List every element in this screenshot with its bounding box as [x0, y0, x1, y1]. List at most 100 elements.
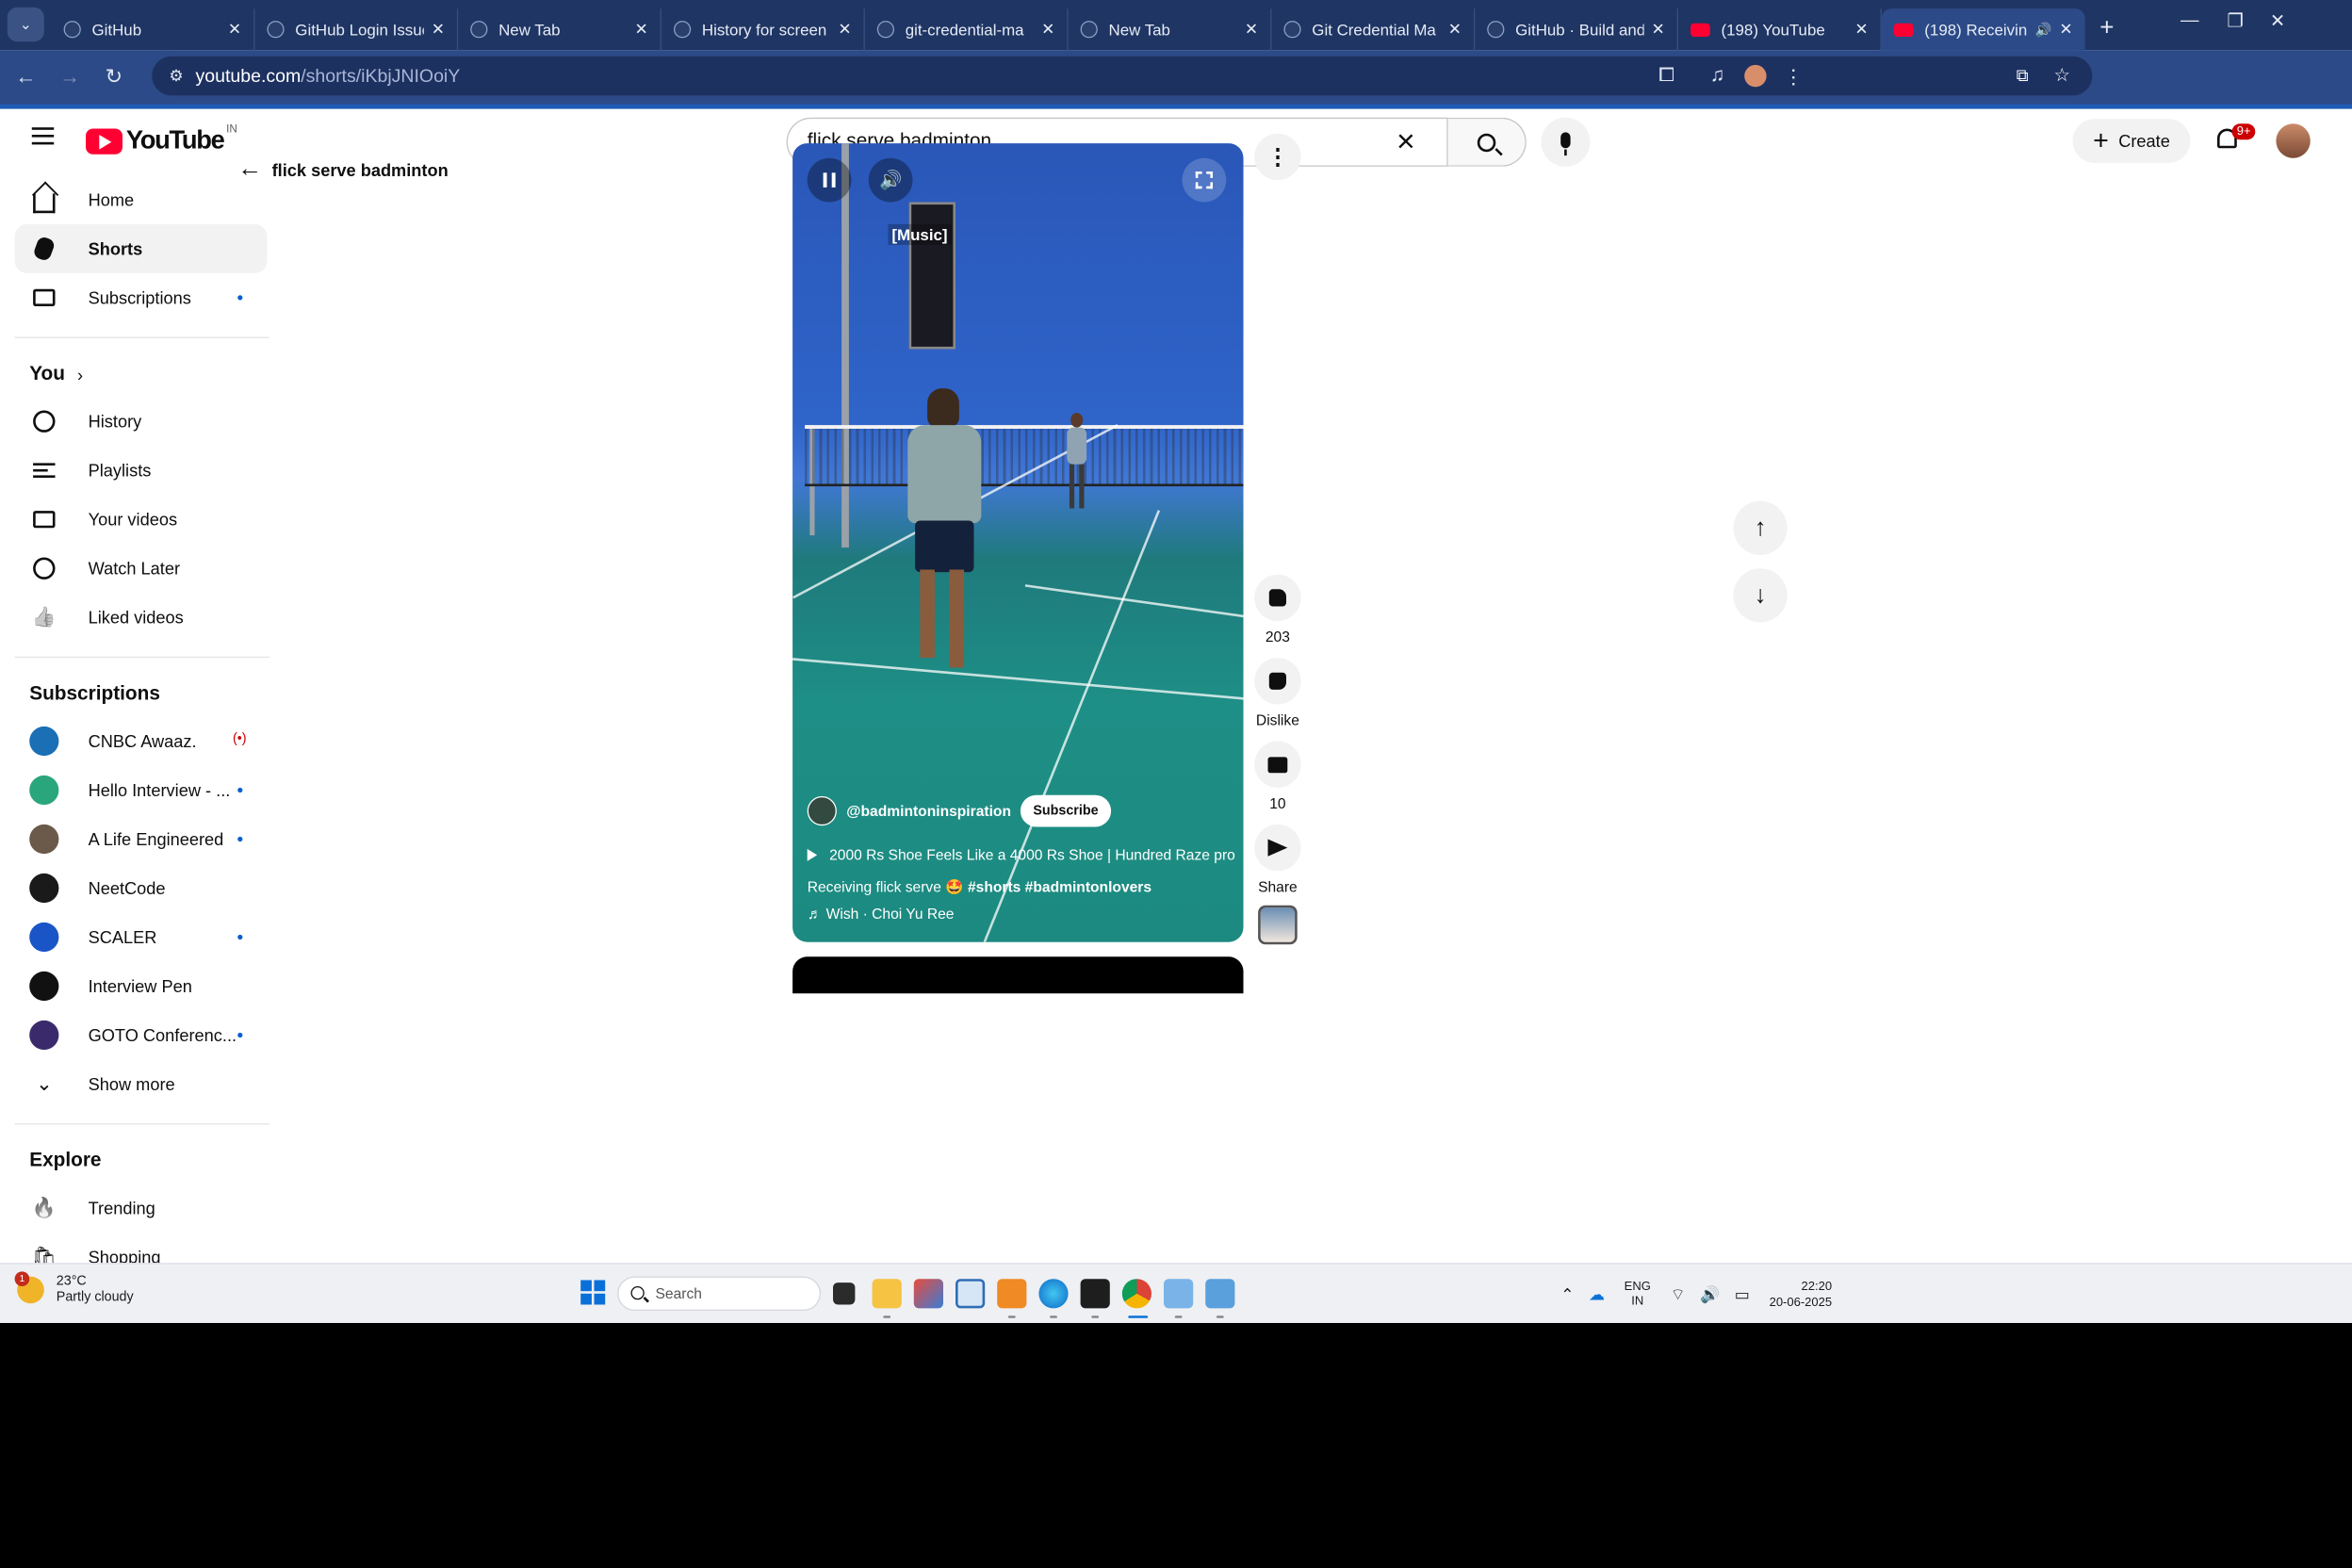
- related-video-link[interactable]: 2000 Rs Shoe Feels Like a 4000 Rs Shoe |…: [807, 846, 1235, 863]
- reload-icon[interactable]: ↻: [95, 65, 132, 90]
- close-tab-icon[interactable]: ✕: [432, 20, 445, 40]
- create-button[interactable]: + Create: [2072, 119, 2191, 163]
- more-actions-button[interactable]: ⋮: [1254, 133, 1301, 181]
- site-info-icon[interactable]: ⚙: [169, 66, 183, 86]
- media-controls-icon[interactable]: ♫: [1710, 65, 1725, 87]
- shorts-video-player[interactable]: 🔊 [Music] @badmintoninspiration Subscrib…: [792, 143, 1244, 942]
- close-tab-icon[interactable]: ✕: [1854, 20, 1868, 40]
- clock[interactable]: 22:20 20-06-2025: [1770, 1279, 1833, 1311]
- edge-browser-icon[interactable]: [1038, 1279, 1069, 1309]
- input-language[interactable]: ENG IN: [1625, 1281, 1651, 1310]
- battery-icon[interactable]: ▭: [1735, 1285, 1750, 1305]
- close-tab-icon[interactable]: ✕: [838, 20, 851, 40]
- you-section-heading[interactable]: You ›: [0, 352, 282, 397]
- install-app-icon[interactable]: ⧉: [2017, 65, 2029, 86]
- sidebar-item-history[interactable]: History: [15, 397, 268, 446]
- youtube-logo[interactable]: YouTube IN: [86, 122, 237, 155]
- file-explorer-icon[interactable]: [872, 1279, 902, 1309]
- chrome-menu-icon[interactable]: ⋮: [1784, 65, 1804, 90]
- taskbar-search[interactable]: Search: [617, 1276, 821, 1311]
- tab-search-button[interactable]: ⌄: [7, 7, 44, 42]
- close-tab-icon[interactable]: ✕: [635, 20, 648, 40]
- close-tab-icon[interactable]: ✕: [2059, 20, 2072, 40]
- browser-tab[interactable]: git-credential-ma ✕: [865, 8, 1069, 51]
- close-tab-icon[interactable]: ✕: [1245, 20, 1258, 40]
- comments-button[interactable]: [1254, 741, 1301, 788]
- chevron-up-icon[interactable]: ⌃: [1560, 1285, 1574, 1305]
- sidebar-item-liked-videos[interactable]: 👍 Liked videos: [15, 593, 268, 642]
- start-button[interactable]: [580, 1280, 606, 1305]
- terminal-icon[interactable]: [1080, 1279, 1110, 1309]
- restore-icon[interactable]: ❐: [2227, 9, 2243, 32]
- sound-thumbnail[interactable]: [1258, 905, 1298, 945]
- notifications-button[interactable]: 9+: [2213, 123, 2256, 157]
- sidebar-item-a-life-engineered[interactable]: A Life Engineered: [15, 814, 268, 863]
- close-window-icon[interactable]: ✕: [2270, 9, 2285, 32]
- next-short-button[interactable]: ↓: [1733, 568, 1788, 623]
- show-more-button[interactable]: ⌄ Show more: [15, 1060, 268, 1109]
- like-button[interactable]: [1254, 574, 1301, 622]
- sidebar-item-goto-conferenc[interactable]: GOTO Conferenc...: [15, 1011, 268, 1060]
- browser-tab[interactable]: (198) Receivin 🔊 ✕: [1881, 8, 2085, 51]
- voice-search-button[interactable]: [1541, 117, 1591, 167]
- back-to-search-link[interactable]: ← flick serve badminton: [237, 155, 449, 184]
- dislike-button[interactable]: [1254, 658, 1301, 705]
- sidebar-item-interview-pen[interactable]: Interview Pen: [15, 961, 268, 1010]
- bookmark-star-icon[interactable]: ☆: [2054, 64, 2070, 86]
- sidebar-item-your-videos[interactable]: Your videos: [15, 495, 268, 544]
- speaker-icon[interactable]: 🔊: [1700, 1285, 1720, 1305]
- sidebar-item-trending[interactable]: 🔥 Trending: [15, 1184, 268, 1233]
- next-short-preview[interactable]: [792, 956, 1244, 994]
- extensions-icon[interactable]: ⧠: [1658, 65, 1674, 87]
- guide-menu-icon[interactable]: [31, 127, 55, 145]
- sidebar-item-neetcode[interactable]: NeetCode: [15, 863, 268, 912]
- channel-avatar[interactable]: [807, 795, 837, 826]
- new-tab-button[interactable]: +: [2099, 15, 2114, 43]
- sidebar-item-home[interactable]: Home: [15, 175, 268, 224]
- tab-audio-icon[interactable]: 🔊: [2035, 22, 2052, 38]
- task-view-icon[interactable]: [832, 1282, 856, 1305]
- browser-tab[interactable]: GitHub Login Issue ✕: [254, 8, 459, 51]
- close-tab-icon[interactable]: ✕: [1448, 20, 1462, 40]
- sidebar-item-subscriptions[interactable]: Subscriptions: [15, 273, 268, 322]
- sidebar-item-playlists[interactable]: Playlists: [15, 446, 268, 495]
- back-arrow-icon[interactable]: ←: [8, 65, 44, 90]
- search-button[interactable]: [1447, 117, 1527, 167]
- onedrive-icon[interactable]: ☁: [1589, 1285, 1605, 1305]
- forward-arrow-icon[interactable]: →: [52, 65, 89, 90]
- chrome-icon[interactable]: [1121, 1279, 1152, 1309]
- volume-button[interactable]: 🔊: [868, 157, 913, 203]
- sidebar-item-scaler[interactable]: SCALER: [15, 912, 268, 961]
- share-button[interactable]: [1254, 824, 1301, 872]
- window-app-icon[interactable]: [955, 1279, 986, 1309]
- sidebar-item-shorts[interactable]: Shorts: [14, 223, 268, 273]
- browser-tab[interactable]: (198) YouTube ✕: [1678, 8, 1882, 51]
- close-tab-icon[interactable]: ✕: [228, 20, 241, 40]
- browser-tab[interactable]: GitHub · Build and ✕: [1475, 8, 1678, 51]
- browser-tab[interactable]: History for screen ✕: [662, 8, 865, 51]
- close-tab-icon[interactable]: ✕: [1041, 20, 1054, 40]
- music-attribution[interactable]: ♬ Wish · Choi Yu Ree: [808, 906, 955, 923]
- office-app-icon[interactable]: [997, 1279, 1027, 1309]
- minimize-icon[interactable]: —: [2180, 9, 2199, 30]
- channel-name[interactable]: @badmintoninspiration: [846, 802, 1011, 819]
- subscribe-button[interactable]: Subscribe: [1021, 794, 1111, 827]
- snipping-tool-icon[interactable]: [1164, 1279, 1194, 1309]
- sidebar-item-shopping[interactable]: 🛍 Shopping: [15, 1233, 268, 1263]
- browser-tab[interactable]: Git Credential Ma ✕: [1271, 8, 1476, 51]
- browser-tab[interactable]: GitHub ✕: [52, 8, 255, 51]
- pause-button[interactable]: [807, 157, 852, 203]
- account-avatar[interactable]: [2276, 123, 2311, 158]
- weather-widget[interactable]: 1 23°C Partly cloudy: [14, 1271, 134, 1306]
- sidebar-item-hello-interview[interactable]: Hello Interview - ...: [15, 766, 268, 815]
- clear-search-icon[interactable]: ×: [1396, 120, 1415, 161]
- profile-avatar-icon[interactable]: [1744, 64, 1767, 88]
- video-hashtags[interactable]: #shorts #badmintonlovers: [968, 878, 1152, 895]
- sidebar-item-watch-later[interactable]: Watch Later: [15, 544, 268, 593]
- wifi-icon[interactable]: ⌔: [1671, 1285, 1686, 1305]
- photos-app-icon[interactable]: [1205, 1279, 1235, 1309]
- close-tab-icon[interactable]: ✕: [1652, 20, 1665, 40]
- sidebar-item-cnbc-awaaz[interactable]: CNBC Awaaz. (•): [15, 717, 268, 766]
- browser-tab[interactable]: New Tab ✕: [1069, 8, 1272, 51]
- fullscreen-button[interactable]: [1182, 157, 1227, 203]
